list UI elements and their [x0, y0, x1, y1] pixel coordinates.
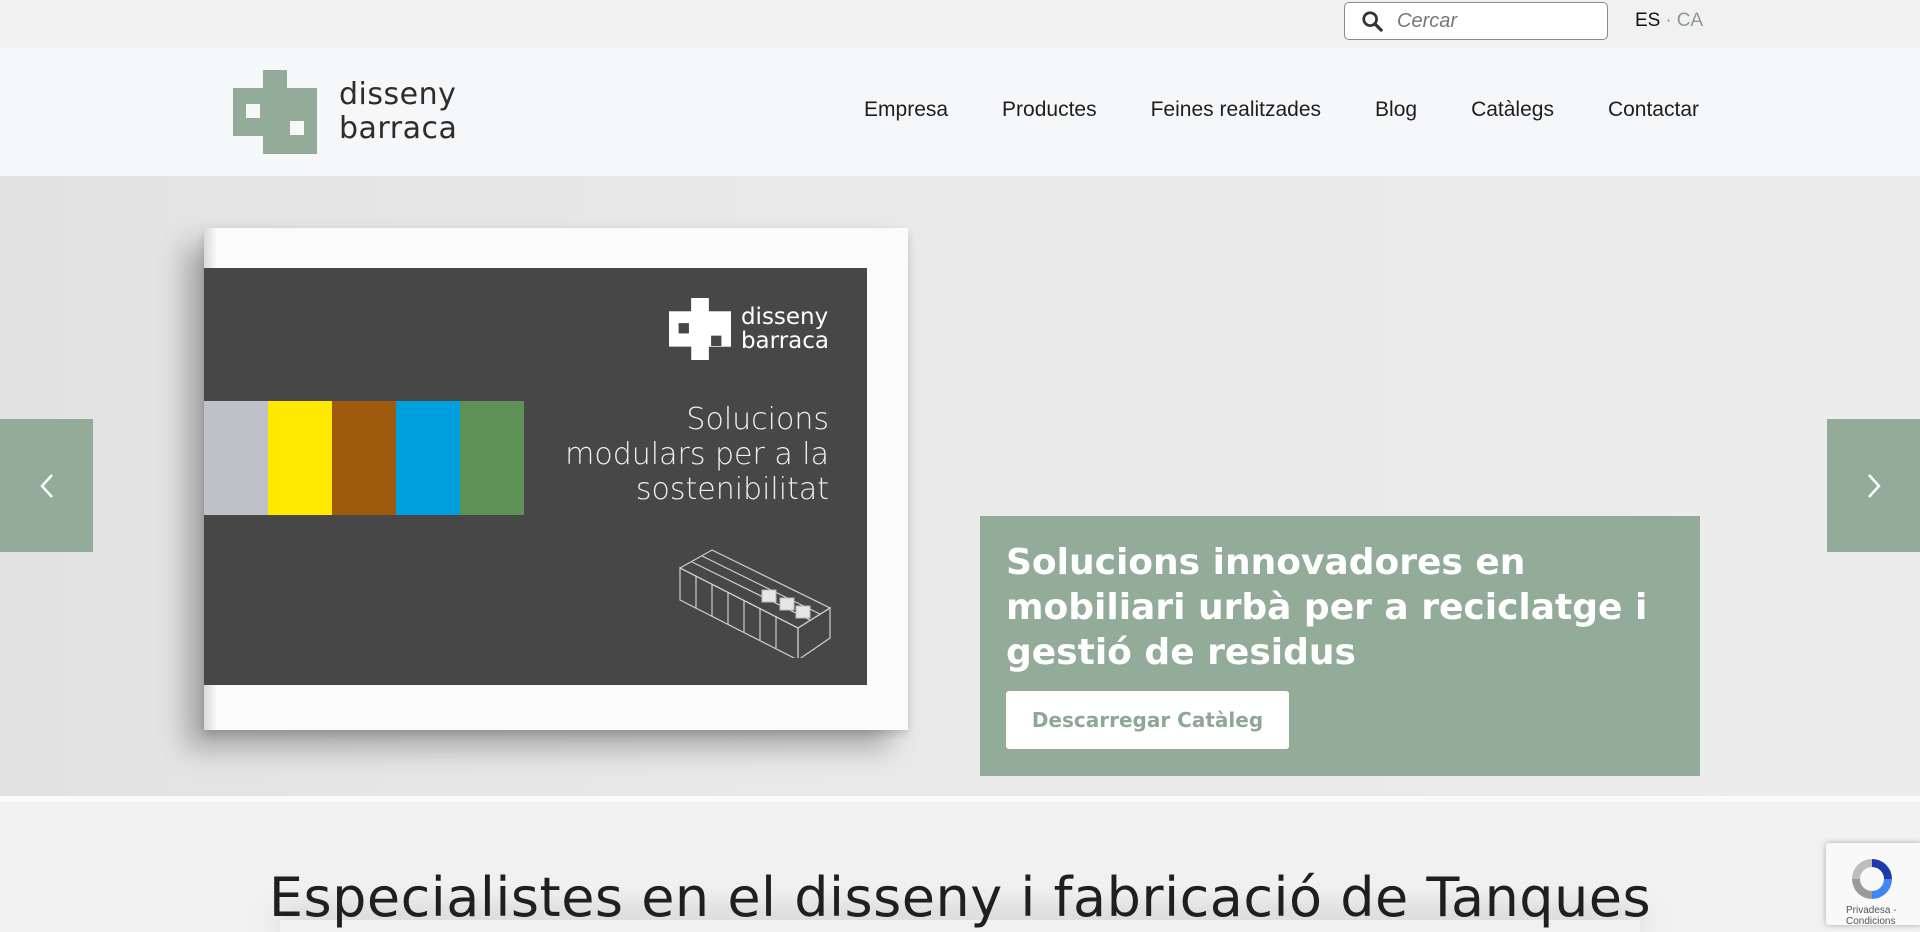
catalog-logo-text: disseny barraca [741, 305, 829, 353]
container-drawing-icon [678, 549, 832, 658]
catalog-image: disseny barraca Solucions modulars per a… [204, 228, 908, 730]
slider-next-button[interactable] [1827, 419, 1920, 552]
catalog-tagline: Solucions modulars per a la sostenibilit… [565, 402, 829, 507]
stripe-grey [204, 401, 268, 515]
search-box[interactable] [1344, 2, 1608, 40]
catalog-logo: disseny barraca [668, 298, 829, 360]
lang-separator: · [1665, 10, 1672, 31]
nav-empresa[interactable]: Empresa [864, 98, 948, 122]
section-divider [0, 796, 1920, 802]
slider-prev-button[interactable] [0, 419, 93, 552]
promo-box: Solucions innovadores en mobiliari urbà … [980, 516, 1700, 776]
chevron-right-icon [1867, 473, 1881, 498]
search-input[interactable] [1395, 5, 1589, 37]
logo-mark-icon [233, 70, 317, 154]
catalog-tagline-line1: Solucions [686, 402, 829, 437]
catalog-tagline-line2: modulars per a la [565, 437, 829, 472]
catalog-logo-line2: barraca [740, 328, 829, 354]
lang-es-link[interactable]: ES [1635, 10, 1660, 32]
logo-text: disseny barraca [339, 78, 457, 146]
color-stripes [204, 401, 524, 515]
promo-title: Solucions innovadores en mobiliari urbà … [1006, 542, 1648, 673]
recaptcha-links: Privadesa - Condicions [1846, 905, 1897, 927]
section-title: Especialistes en el disseny i fabricació… [268, 866, 1652, 929]
main-nav: Empresa Productes Feines realitzades Blo… [864, 98, 1699, 122]
recaptcha-line1[interactable]: Privadesa - [1846, 905, 1897, 916]
logo-line2: barraca [339, 111, 458, 146]
recaptcha-icon [1852, 859, 1892, 899]
lang-ca-link[interactable]: CA [1677, 10, 1703, 32]
catalog-logo-line1: disseny [740, 304, 829, 330]
stripe-yellow [268, 401, 332, 515]
catalog-logo-icon [668, 298, 731, 360]
nav-catalegs[interactable]: Catàlegs [1471, 98, 1554, 122]
search-icon [1362, 11, 1383, 32]
download-catalog-button[interactable]: Descarregar Catàleg [1006, 691, 1289, 749]
language-switcher: ES · CA [1635, 10, 1703, 32]
recaptcha-line2[interactable]: Condicions [1846, 916, 1897, 927]
stripe-blue [396, 401, 460, 515]
nav-productes[interactable]: Productes [1002, 98, 1097, 122]
site-logo[interactable]: disseny barraca [233, 70, 457, 154]
nav-contactar[interactable]: Contactar [1608, 98, 1699, 122]
stripe-brown [332, 401, 396, 515]
site-header: disseny barraca Empresa Productes Feines… [0, 48, 1920, 176]
top-utility-bar: ES · CA [0, 0, 1920, 48]
catalog-cover: disseny barraca Solucions modulars per a… [204, 268, 867, 685]
nav-feines-realitzades[interactable]: Feines realitzades [1151, 98, 1321, 122]
stripe-green [460, 401, 524, 515]
hero-slider: disseny barraca Solucions modulars per a… [0, 176, 1920, 796]
nav-blog[interactable]: Blog [1375, 98, 1417, 122]
logo-line1: disseny [339, 77, 457, 112]
recaptcha-badge[interactable]: Privadesa - Condicions [1826, 843, 1920, 927]
catalog-tagline-line3: sostenibilitat [635, 472, 829, 507]
chevron-left-icon [39, 473, 53, 498]
